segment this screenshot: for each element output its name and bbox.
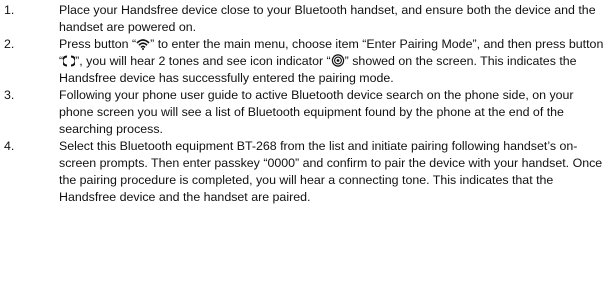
pairing-indicator-icon <box>331 54 345 67</box>
step-text: Press button “” to enter the main menu, … <box>59 36 606 87</box>
step-text: Place your Handsfree device close to you… <box>59 3 596 34</box>
step-number: 3. <box>4 88 15 102</box>
list-item: 1. Place your Handsfree device close to … <box>4 2 606 36</box>
instruction-list: 1. Place your Handsfree device close to … <box>0 0 614 287</box>
step-number: 4. <box>4 139 15 153</box>
wifi-menu-icon <box>136 38 150 50</box>
step-text: Select this Bluetooth equipment BT-268 f… <box>59 139 603 204</box>
list-item: 2. Press button “” to enter the main men… <box>4 36 606 87</box>
step-text: Following your phone user guide to activ… <box>59 88 574 136</box>
step-text-part: Press button “ <box>59 37 137 51</box>
step-text-part: ”, you will hear 2 tones and see icon in… <box>75 54 331 68</box>
list-item: 4. Select this Bluetooth equipment BT-26… <box>4 138 606 206</box>
circle-brackets-icon <box>63 55 76 67</box>
step-number: 1. <box>4 3 15 17</box>
list-item: 3. Following your phone user guide to ac… <box>4 87 606 138</box>
step-number: 2. <box>4 37 15 51</box>
